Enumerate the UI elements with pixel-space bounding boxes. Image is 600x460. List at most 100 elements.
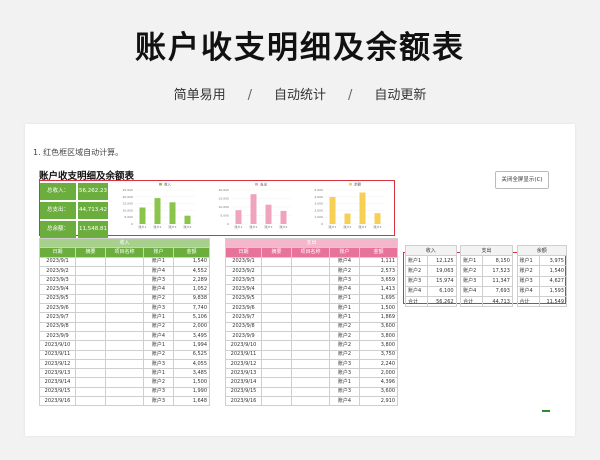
table-cell[interactable]: 2023/9/6 <box>39 303 76 314</box>
table-cell[interactable]: 2023/9/10 <box>39 340 76 351</box>
table-cell[interactable]: 账户1 <box>143 312 174 323</box>
table-cell[interactable]: 2023/9/15 <box>39 386 76 398</box>
table-cell[interactable]: 1,540 <box>172 256 211 267</box>
table-cell[interactable] <box>75 284 106 295</box>
table-cell[interactable] <box>105 368 144 379</box>
table-cell[interactable] <box>105 386 144 398</box>
table-cell[interactable] <box>261 265 292 277</box>
table-cell[interactable] <box>105 358 144 370</box>
table-cell[interactable] <box>105 303 144 314</box>
table-cell[interactable]: 1,500 <box>358 303 399 314</box>
table-cell[interactable]: 3,800 <box>358 340 399 351</box>
table-cell[interactable] <box>291 368 330 379</box>
table-cell[interactable]: 账户4 <box>329 396 360 407</box>
table-cell[interactable]: 2023/9/9 <box>39 330 76 342</box>
table-cell[interactable] <box>261 284 292 295</box>
table-cell[interactable]: 账户1 <box>329 303 360 314</box>
table-cell[interactable] <box>261 303 292 314</box>
table-cell[interactable]: 2023/9/3 <box>225 275 262 286</box>
table-cell[interactable]: 账户3 <box>329 358 360 370</box>
table-cell[interactable]: 4,552 <box>172 265 211 277</box>
table-cell[interactable] <box>75 321 106 332</box>
table-cell[interactable]: 2,573 <box>358 265 399 277</box>
table-cell[interactable]: 2023/9/5 <box>225 293 262 305</box>
table-cell[interactable] <box>261 275 292 286</box>
table-cell[interactable]: 账户1 <box>143 256 174 267</box>
table-cell[interactable] <box>75 312 106 323</box>
table-cell[interactable]: 账户1 <box>329 312 360 323</box>
table-cell[interactable]: 2023/9/4 <box>225 284 262 295</box>
table-cell[interactable] <box>291 349 330 360</box>
table-cell[interactable]: 1,869 <box>358 312 399 323</box>
table-cell[interactable] <box>291 275 330 286</box>
table-cell[interactable] <box>291 284 330 295</box>
table-cell[interactable]: 3,485 <box>172 368 211 379</box>
table-cell[interactable] <box>105 377 144 388</box>
table-cell[interactable] <box>291 396 330 407</box>
table-cell[interactable] <box>75 293 106 305</box>
table-cell[interactable]: 2023/9/7 <box>39 312 76 323</box>
table-cell[interactable]: 账户2 <box>143 377 174 388</box>
table-cell[interactable]: 3,800 <box>358 330 399 342</box>
table-cell[interactable]: 账户3 <box>143 358 174 370</box>
table-cell[interactable]: 账户2 <box>143 293 174 305</box>
table-cell[interactable]: 1,111 <box>358 256 399 267</box>
table-cell[interactable]: 2023/9/11 <box>39 349 76 360</box>
table-cell[interactable]: 账户1 <box>329 377 360 388</box>
table-cell[interactable] <box>291 312 330 323</box>
table-cell[interactable]: 账户2 <box>143 321 174 332</box>
table-cell[interactable] <box>75 377 106 388</box>
table-cell[interactable]: 2,000 <box>172 321 211 332</box>
table-cell[interactable] <box>261 330 292 342</box>
table-cell[interactable] <box>291 303 330 314</box>
table-cell[interactable]: 账户1 <box>143 368 174 379</box>
table-cell[interactable]: 2023/9/13 <box>225 368 262 379</box>
table-cell[interactable] <box>105 256 144 267</box>
table-cell[interactable] <box>75 368 106 379</box>
table-cell[interactable] <box>105 396 144 407</box>
table-cell[interactable]: 账户2 <box>329 349 360 360</box>
table-cell[interactable]: 2023/9/14 <box>225 377 262 388</box>
table-cell[interactable]: 2023/9/10 <box>225 340 262 351</box>
table-cell[interactable] <box>105 340 144 351</box>
table-cell[interactable] <box>75 340 106 351</box>
table-cell[interactable] <box>75 349 106 360</box>
table-cell[interactable]: 2023/9/4 <box>39 284 76 295</box>
table-cell[interactable]: 3,600 <box>358 386 399 398</box>
table-cell[interactable]: 1,648 <box>172 396 211 407</box>
table-cell[interactable] <box>75 396 106 407</box>
table-cell[interactable]: 账户2 <box>329 330 360 342</box>
table-cell[interactable]: 账户1 <box>143 340 174 351</box>
table-cell[interactable] <box>261 396 292 407</box>
table-cell[interactable]: 2,289 <box>172 275 211 286</box>
table-cell[interactable]: 账户3 <box>329 368 360 379</box>
table-cell[interactable]: 3,659 <box>358 275 399 286</box>
table-cell[interactable]: 2023/9/14 <box>39 377 76 388</box>
table-cell[interactable]: 1,990 <box>172 386 211 398</box>
table-cell[interactable]: 4,396 <box>358 377 399 388</box>
table-cell[interactable]: 账户2 <box>329 340 360 351</box>
table-cell[interactable]: 账户4 <box>143 265 174 277</box>
table-cell[interactable]: 账户3 <box>329 386 360 398</box>
table-cell[interactable]: 2023/9/2 <box>39 265 76 277</box>
table-cell[interactable]: 1,413 <box>358 284 399 295</box>
table-cell[interactable] <box>75 275 106 286</box>
table-cell[interactable]: 账户3 <box>329 275 360 286</box>
table-cell[interactable] <box>261 312 292 323</box>
table-cell[interactable]: 2023/9/11 <box>225 349 262 360</box>
table-cell[interactable] <box>105 284 144 295</box>
table-cell[interactable]: 2023/9/16 <box>39 396 76 407</box>
table-cell[interactable]: 3,750 <box>358 349 399 360</box>
table-cell[interactable] <box>75 256 106 267</box>
table-cell[interactable]: 账户3 <box>143 396 174 407</box>
table-cell[interactable]: 7,740 <box>172 303 211 314</box>
table-cell[interactable]: 3,600 <box>358 321 399 332</box>
table-cell[interactable] <box>75 303 106 314</box>
table-cell[interactable] <box>261 386 292 398</box>
table-cell[interactable]: 账户3 <box>143 303 174 314</box>
table-cell[interactable] <box>75 265 106 277</box>
table-cell[interactable] <box>291 330 330 342</box>
table-cell[interactable] <box>75 330 106 342</box>
table-cell[interactable] <box>105 265 144 277</box>
table-cell[interactable] <box>105 293 144 305</box>
